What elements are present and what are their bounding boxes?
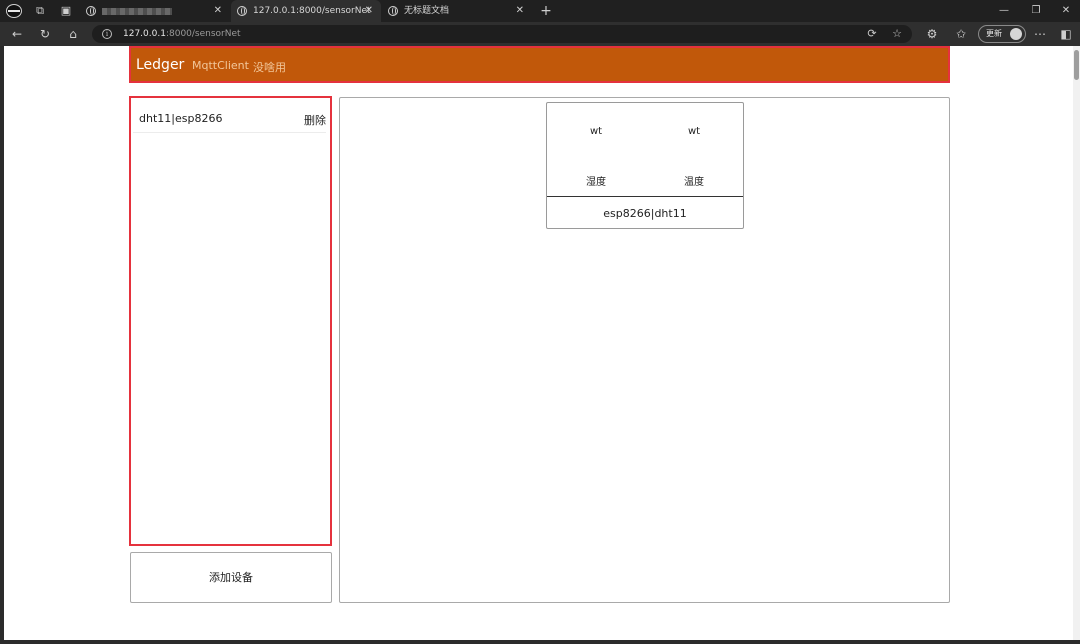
browser-logo-icon[interactable] (6, 4, 22, 18)
close-window-button[interactable]: ✕ (1054, 0, 1078, 22)
update-button[interactable]: 更新 (978, 25, 1026, 43)
device-name[interactable]: dht11|esp8266 (139, 112, 222, 125)
globe-icon (86, 6, 96, 16)
refresh-icon[interactable]: ↻ (37, 26, 53, 42)
browser-toolbar: ← ↻ ⌂ i 127.0.0.1:8000/sensorNet ⟳ ☆ ⚙ ✩… (0, 22, 1080, 46)
sidebar-icon[interactable]: ◧ (1058, 26, 1074, 42)
close-tab-icon[interactable]: ✕ (365, 0, 373, 22)
card-divider (547, 196, 743, 197)
info-icon[interactable]: i (102, 29, 112, 39)
add-device-button[interactable]: 添加设备 (130, 552, 332, 603)
translate-icon[interactable]: ⟳ (864, 26, 880, 42)
globe-icon (237, 6, 247, 16)
page-viewport: Ledger MqttClient 没啥用 dht11|esp8266 删除 添… (4, 46, 1073, 640)
temperature-value: wt (687, 126, 701, 137)
url-text[interactable]: 127.0.0.1:8000/sensorNet (123, 25, 241, 43)
sensor-card[interactable]: wt wt 湿度 温度 esp8266|dht11 (546, 102, 744, 229)
close-tab-icon[interactable]: ✕ (516, 0, 524, 22)
tab-3[interactable]: 无标题文档 ✕ (382, 0, 532, 22)
page-scrollbar[interactable] (1073, 46, 1080, 640)
device-list: dht11|esp8266 删除 (129, 96, 332, 546)
delete-button[interactable]: 删除 (304, 112, 326, 128)
minimize-button[interactable]: — (992, 0, 1016, 22)
nav-link-mqttclient[interactable]: MqttClient (192, 59, 249, 72)
star-icon[interactable]: ☆ (889, 26, 905, 42)
back-arrow-icon[interactable]: ← (9, 26, 25, 42)
list-item[interactable]: dht11|esp8266 删除 (133, 104, 326, 133)
tab-2[interactable]: 127.0.0.1:8000/sensorNet ✕ (231, 0, 381, 22)
more-icon[interactable]: ⋯ (1032, 26, 1048, 42)
close-tab-icon[interactable]: ✕ (214, 0, 222, 22)
tab-title-blurred (102, 8, 172, 15)
humidity-label: 湿度 (586, 177, 606, 188)
brand-link[interactable]: Ledger (136, 57, 184, 73)
scrollbar-thumb[interactable] (1074, 50, 1079, 80)
humidity-value: wt (589, 126, 603, 137)
nav-link-useless[interactable]: 没啥用 (253, 59, 286, 75)
restore-button[interactable]: ❐ (1024, 0, 1048, 22)
sensor-panel: wt wt 湿度 温度 esp8266|dht11 (339, 97, 950, 603)
workspaces-icon[interactable]: ⧉ (33, 4, 47, 18)
sensor-card-title: esp8266|dht11 (603, 207, 687, 220)
favorites-icon[interactable]: ✩ (953, 26, 969, 42)
top-navbar: Ledger MqttClient 没啥用 (129, 46, 950, 83)
tab-title: 127.0.0.1:8000/sensorNet (253, 6, 371, 16)
temperature-label: 温度 (684, 177, 704, 188)
browser-tab-bar: ⧉ ▣ ✕ 127.0.0.1:8000/sensorNet ✕ 无标题文档 ✕… (0, 0, 1080, 22)
globe-icon (388, 6, 398, 16)
avatar (1010, 28, 1022, 40)
address-bar[interactable]: i 127.0.0.1:8000/sensorNet ⟳ ☆ (92, 25, 912, 43)
home-icon[interactable]: ⌂ (65, 26, 81, 42)
tab-actions-icon[interactable]: ▣ (59, 4, 73, 18)
extensions-icon[interactable]: ⚙ (924, 26, 940, 42)
tab-1[interactable]: ✕ (80, 0, 230, 22)
tab-title: 无标题文档 (404, 6, 450, 16)
new-tab-icon[interactable]: + (539, 4, 553, 18)
